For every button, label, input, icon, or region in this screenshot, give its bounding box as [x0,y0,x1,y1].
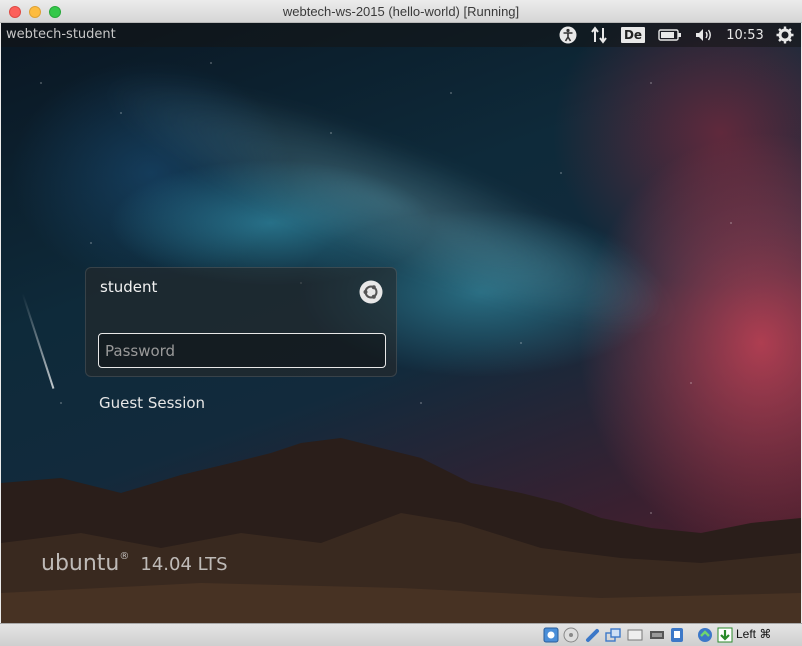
usb-device-icon[interactable] [669,627,685,643]
shared-folders-icon[interactable] [605,627,621,643]
keyboard-layout-label: De [620,27,646,43]
volume-icon[interactable] [693,25,715,45]
optical-drive-icon[interactable] [563,627,579,643]
login-greeter: student [85,267,397,377]
top-panel: webtech-student De 10:53 [1,23,801,47]
vm-status-bar: Left ⌘ [0,623,802,646]
ubuntu-registered-mark: ® [119,551,130,562]
usb-icon[interactable] [585,627,601,643]
window-titlebar: webtech-ws-2015 (hello-world) [Running] [0,0,802,23]
zoom-window-button[interactable] [49,6,61,18]
hard-disk-icon[interactable] [543,627,559,643]
network-icon[interactable] [589,25,609,45]
host-key-label: Left ⌘ [736,627,772,641]
accessibility-icon[interactable] [558,25,578,45]
hostname-label: webtech-student [6,27,116,42]
close-window-button[interactable] [9,6,21,18]
mountain-silhouette [1,438,801,623]
battery-icon[interactable] [657,25,683,45]
user-name[interactable]: student [100,278,157,296]
network-adapter-icon[interactable] [697,627,713,643]
arrow-down-icon[interactable] [717,627,733,643]
window-title: webtech-ws-2015 (hello-world) [Running] [282,3,520,19]
gear-icon[interactable] [775,25,795,45]
ubuntu-session-icon[interactable] [359,280,383,304]
minimize-window-button[interactable] [29,6,41,18]
clock[interactable]: 10:53 [725,25,765,45]
ubuntu-version: 14.04 LTS [140,554,228,575]
video-capture-icon[interactable] [649,627,665,643]
password-input[interactable] [98,333,386,368]
ubuntu-branding: ubuntu® 14.04 LTS [41,551,228,576]
keyboard-layout-indicator[interactable]: De [620,25,646,45]
vm-screen[interactable]: webtech-student De 10:53 student Guest S… [1,23,801,623]
display-icon[interactable] [627,627,643,643]
guest-session-link[interactable]: Guest Session [99,394,205,412]
ubuntu-wordmark: ubuntu [41,551,120,576]
